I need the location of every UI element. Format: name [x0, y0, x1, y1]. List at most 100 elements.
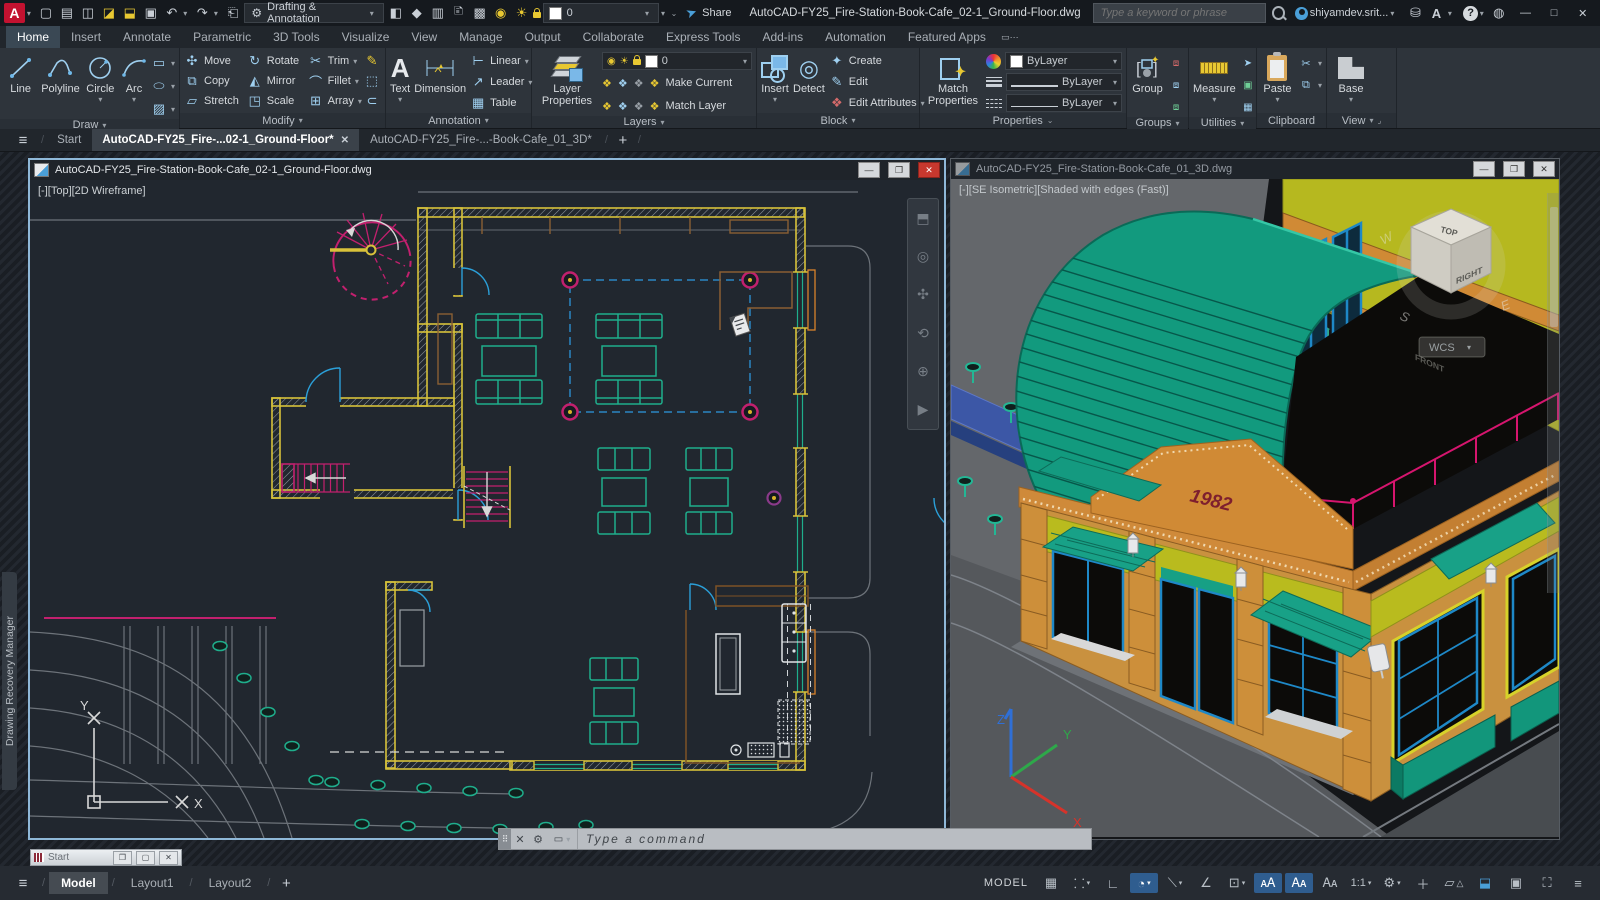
block-panel-title[interactable]: Block▾	[757, 113, 919, 128]
polyline-button[interactable]: Polyline	[41, 51, 80, 95]
tab-model[interactable]: Model	[49, 872, 108, 894]
autodesk-a-icon[interactable]: A	[1427, 3, 1446, 23]
window-close-button[interactable]: ✕	[918, 162, 940, 178]
fillet-button[interactable]: ⌒Fillet▾	[308, 71, 362, 91]
ribbon-tab-view[interactable]: View	[400, 26, 448, 48]
print-icon[interactable]: ⎗	[223, 3, 242, 23]
circle-button[interactable]: Circle ▾	[84, 51, 117, 104]
export-icon[interactable]: ⬓	[120, 3, 139, 23]
pan-icon[interactable]: ✣	[917, 286, 929, 303]
group-button[interactable]: []✦ Group	[1131, 51, 1164, 95]
window-restore-button[interactable]: ❐	[888, 162, 910, 178]
redo-dropdown-icon[interactable]: ▾	[214, 9, 222, 18]
showmotion-icon[interactable]: ▶	[918, 401, 929, 418]
model-space-badge[interactable]: MODEL	[984, 877, 1028, 889]
customize-wrench-icon[interactable]: ⚙	[529, 829, 547, 849]
annotation-panel-title[interactable]: Annotation▾	[386, 113, 531, 128]
linear-button[interactable]: ⊢Linear▾	[470, 51, 532, 71]
trim-button[interactable]: ✂Trim▾	[308, 51, 362, 71]
search-box[interactable]	[1093, 3, 1266, 23]
layer-lock-icon[interactable]: ❖	[650, 77, 660, 90]
sun-icon[interactable]: ☀	[512, 3, 531, 23]
drawing-window-ground-floor[interactable]: AutoCAD-FY25_Fire-Station-Book-Cafe_02-1…	[28, 158, 946, 840]
groups-panel-title[interactable]: Groups▾	[1127, 117, 1188, 129]
measure-button[interactable]: Measure ▾	[1193, 51, 1236, 104]
layer-on-icon[interactable]: ❖	[602, 100, 612, 113]
layer-thaw-icon[interactable]: ❖	[634, 100, 644, 113]
window-minimize-button[interactable]: —	[858, 162, 880, 178]
ribbon-tab-annotate[interactable]: Annotate	[112, 26, 182, 48]
model-space-3d[interactable]: [-][SE Isometric][Shaded with edges (Fas…	[951, 179, 1559, 839]
zoom-extents-icon[interactable]: ⊕	[917, 363, 929, 380]
graphics-performance-toggle[interactable]: ▣	[1502, 873, 1530, 893]
hardware-acceleration-toggle[interactable]: ⬓	[1471, 873, 1499, 893]
ribbon-tab-home[interactable]: Home	[6, 26, 60, 48]
sheet-set-icon[interactable]: ◧	[386, 3, 405, 23]
command-line-bar[interactable]: ⠿ ✕ ⚙ ▭▾ Type a command	[498, 828, 1092, 850]
viewport-controls[interactable]: [-][SE Isometric][Shaded with edges (Fas…	[959, 184, 1169, 196]
ribbon-tab-express-tools[interactable]: Express Tools	[655, 26, 751, 48]
insert-button[interactable]: Insert ▾	[761, 51, 789, 104]
window-close-button[interactable]: ✕	[1533, 161, 1555, 177]
ribbon-tab-collaborate[interactable]: Collaborate	[572, 26, 655, 48]
file-tab-ground-floor[interactable]: AutoCAD-FY25_Fire-...02-1_Ground-Floor*✕	[92, 129, 359, 151]
new-drawing-tab-button[interactable]: +	[611, 129, 635, 151]
annotation-visibility-toggle[interactable]: 🗚	[1254, 873, 1282, 893]
workspace-switching-gear[interactable]: ⚙▾	[1378, 873, 1406, 893]
file-tab-start[interactable]: Start	[47, 129, 91, 151]
create-block-button[interactable]: ✦Create	[829, 51, 925, 71]
window-title-bar[interactable]: AutoCAD-FY25_Fire-Station-Book-Cafe_01_3…	[951, 159, 1559, 179]
ribbon-tab-add-ins[interactable]: Add-ins	[751, 26, 814, 48]
lineweight-dropdown[interactable]: ByLayer ▾	[1006, 73, 1122, 91]
clean-screen-toggle[interactable]: ⛶	[1533, 873, 1561, 893]
minimize-button[interactable]: —	[1512, 3, 1539, 23]
make-current-button[interactable]: Make Current	[666, 77, 733, 89]
ribbon-tab-visualize[interactable]: Visualize	[331, 26, 401, 48]
minimized-start-window[interactable]: Start ❐ ▢ ✕	[30, 849, 182, 866]
ungroup-button[interactable]: ⧈	[1168, 53, 1184, 73]
workspace-dropdown[interactable]: ⚙ Drafting & Annotation ▾	[244, 3, 384, 23]
autocad-logo[interactable]: A	[4, 3, 25, 23]
polar-tracking-toggle[interactable]: ◔▾	[1130, 873, 1158, 893]
color-dropdown[interactable]: ByLayer ▾	[1005, 52, 1122, 70]
qat-more-icon[interactable]: ⌄	[671, 9, 679, 18]
grid-toggle[interactable]: ▦	[1037, 873, 1065, 893]
autodesk-dropdown-icon[interactable]: ▾	[1448, 9, 1456, 18]
modify-panel-title[interactable]: Modify▾	[180, 113, 385, 128]
new-file-icon[interactable]: ▢	[36, 3, 55, 23]
qat-customize-icon[interactable]: ▾	[661, 9, 669, 18]
help-dropdown-icon[interactable]: ▾	[1480, 9, 1488, 18]
rotate-button[interactable]: ↻Rotate	[247, 51, 306, 71]
drawing-recovery-manager-tab[interactable]: Drawing Recovery Manager	[2, 572, 17, 790]
paste-button[interactable]: Paste ▾	[1261, 51, 1294, 104]
detect-button[interactable]: ◎ Detect	[793, 51, 825, 95]
layer-unisolate-icon[interactable]: ❖	[618, 100, 628, 113]
file-tab-menu-icon[interactable]: ≡	[8, 129, 38, 151]
isodraft-toggle[interactable]: ⟍▾	[1161, 873, 1189, 893]
search-icon[interactable]	[1272, 6, 1285, 20]
save-as-icon[interactable]: ◪	[99, 3, 118, 23]
leader-button[interactable]: ↗Leader▾	[470, 72, 532, 92]
drawing-window-3d[interactable]: AutoCAD-FY25_Fire-Station-Book-Cafe_01_3…	[950, 158, 1560, 840]
close-icon[interactable]: ✕	[341, 135, 349, 146]
layer-off-icon[interactable]: ❖	[602, 77, 612, 90]
properties-panel-title[interactable]: Properties⌄	[920, 113, 1126, 128]
tab-layout1[interactable]: Layout1	[119, 872, 186, 894]
match-icon[interactable]: ▩	[470, 3, 489, 23]
model-space-2d[interactable]: [-][Top][2D Wireframe]	[30, 180, 944, 838]
ribbon-tab-manage[interactable]: Manage	[448, 26, 513, 48]
ellipse-tool[interactable]: ⬭▾	[151, 76, 175, 96]
lock-icon[interactable]	[533, 12, 541, 18]
autoscale-toggle[interactable]: 🗛	[1285, 873, 1313, 893]
group-edit-button[interactable]: ⧈	[1168, 75, 1184, 95]
drag-grip-icon[interactable]: ⠿	[499, 829, 511, 849]
ribbon-tab-3d-tools[interactable]: 3D Tools	[262, 26, 330, 48]
layer-isolate-icon[interactable]: ❖	[618, 77, 628, 90]
layer-freeze-icon[interactable]: ❖	[634, 77, 644, 90]
share-button[interactable]: ➤ Share	[680, 5, 737, 21]
steering-wheel-icon[interactable]: ◎	[917, 248, 929, 265]
match-layer-button[interactable]: Match Layer	[666, 100, 727, 112]
layer-palette-icon[interactable]: 🗈	[449, 3, 468, 23]
annotation-scale-icon[interactable]: 🗛	[1316, 873, 1344, 893]
window-minimize-button[interactable]: —	[1473, 161, 1495, 177]
